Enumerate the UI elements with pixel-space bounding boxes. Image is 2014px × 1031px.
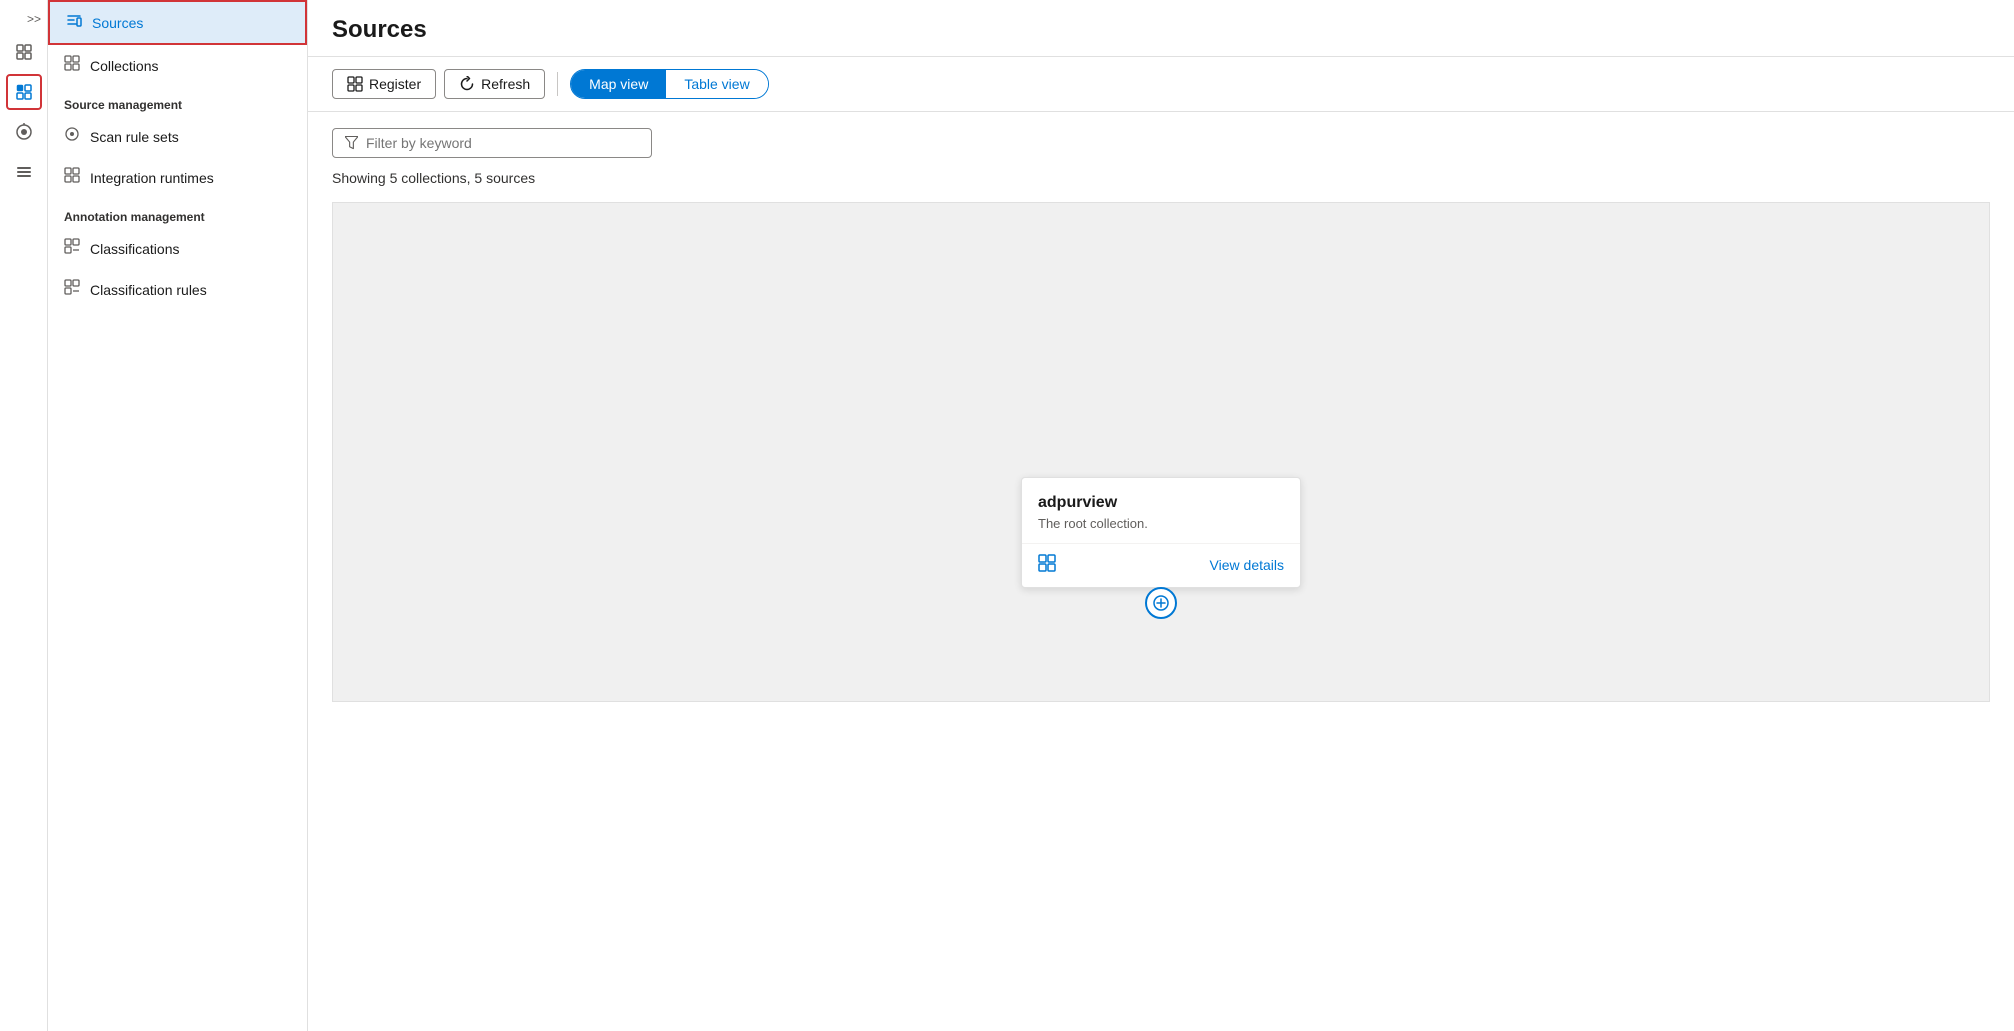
- filter-input-container[interactable]: [332, 128, 652, 158]
- node-card-adpurview: adpurview The root collection. View deta…: [1021, 477, 1301, 588]
- sidebar-item-collections-label: Collections: [90, 58, 158, 74]
- table-view-button[interactable]: Table view: [666, 70, 767, 98]
- sidebar: Sources Collections Source management Sc…: [48, 0, 308, 1031]
- source-management-header: Source management: [48, 86, 307, 116]
- sidebar-item-integration-runtimes[interactable]: Integration runtimes: [48, 157, 307, 198]
- refresh-button[interactable]: Refresh: [444, 69, 545, 99]
- filter-icon: [345, 136, 358, 150]
- node-card-body: adpurview The root collection.: [1022, 478, 1300, 543]
- node-card-grid-icon: [1038, 554, 1056, 577]
- scan-rule-sets-icon: [64, 126, 80, 147]
- plus-icon: [1153, 595, 1169, 611]
- expand-rail-button[interactable]: >>: [0, 8, 47, 30]
- sources-icon-button[interactable]: [6, 74, 42, 110]
- main-content: Sources Register Refresh Map view: [308, 0, 2014, 1031]
- management-icon-button[interactable]: [6, 154, 42, 190]
- filter-keyword-input[interactable]: [366, 135, 639, 151]
- toolbar: Register Refresh Map view Table view: [308, 57, 2014, 112]
- sidebar-item-classification-rules-label: Classification rules: [90, 282, 207, 298]
- icon-rail: >>: [0, 0, 48, 1031]
- showing-text: Showing 5 collections, 5 sources: [332, 170, 1990, 186]
- register-button[interactable]: Register: [332, 69, 436, 99]
- register-label: Register: [369, 76, 421, 92]
- sidebar-item-sources[interactable]: Sources: [48, 0, 307, 45]
- sidebar-item-collections[interactable]: Collections: [48, 45, 307, 86]
- expand-node-button[interactable]: [1145, 587, 1177, 619]
- table-view-label: Table view: [684, 76, 749, 92]
- map-view-button[interactable]: Map view: [571, 70, 666, 98]
- content-area: Showing 5 collections, 5 sources adpurvi…: [308, 112, 2014, 1031]
- insights-icon-button[interactable]: [6, 114, 42, 150]
- node-card-title: adpurview: [1038, 494, 1284, 512]
- integration-runtimes-icon: [64, 167, 80, 188]
- sidebar-item-classifications-label: Classifications: [90, 241, 179, 257]
- annotation-management-header: Annotation management: [48, 198, 307, 228]
- page-header: Sources: [308, 0, 2014, 57]
- sources-nav-icon: [66, 12, 82, 33]
- refresh-label: Refresh: [481, 76, 530, 92]
- home-icon-button[interactable]: [6, 34, 42, 70]
- refresh-icon: [459, 76, 475, 92]
- node-card-footer: View details: [1022, 543, 1300, 587]
- filter-bar: [332, 128, 1990, 158]
- collections-nav-icon: [64, 55, 80, 76]
- sidebar-item-scan-rule-sets-label: Scan rule sets: [90, 129, 179, 145]
- sidebar-item-classifications[interactable]: Classifications: [48, 228, 307, 269]
- view-details-link[interactable]: View details: [1210, 557, 1284, 573]
- view-toggle: Map view Table view: [570, 69, 769, 99]
- toolbar-divider: [557, 72, 558, 96]
- node-card-subtitle: The root collection.: [1038, 516, 1284, 531]
- map-view-label: Map view: [589, 76, 648, 92]
- page-title: Sources: [332, 16, 1990, 44]
- sidebar-item-sources-label: Sources: [92, 15, 143, 31]
- sidebar-item-scan-rule-sets[interactable]: Scan rule sets: [48, 116, 307, 157]
- classifications-icon: [64, 238, 80, 259]
- classification-rules-icon: [64, 279, 80, 300]
- map-view-area: adpurview The root collection. View deta…: [332, 202, 1990, 702]
- sidebar-item-classification-rules[interactable]: Classification rules: [48, 269, 307, 310]
- sidebar-item-integration-runtimes-label: Integration runtimes: [90, 170, 214, 186]
- register-icon: [347, 76, 363, 92]
- expand-icon: >>: [27, 12, 41, 26]
